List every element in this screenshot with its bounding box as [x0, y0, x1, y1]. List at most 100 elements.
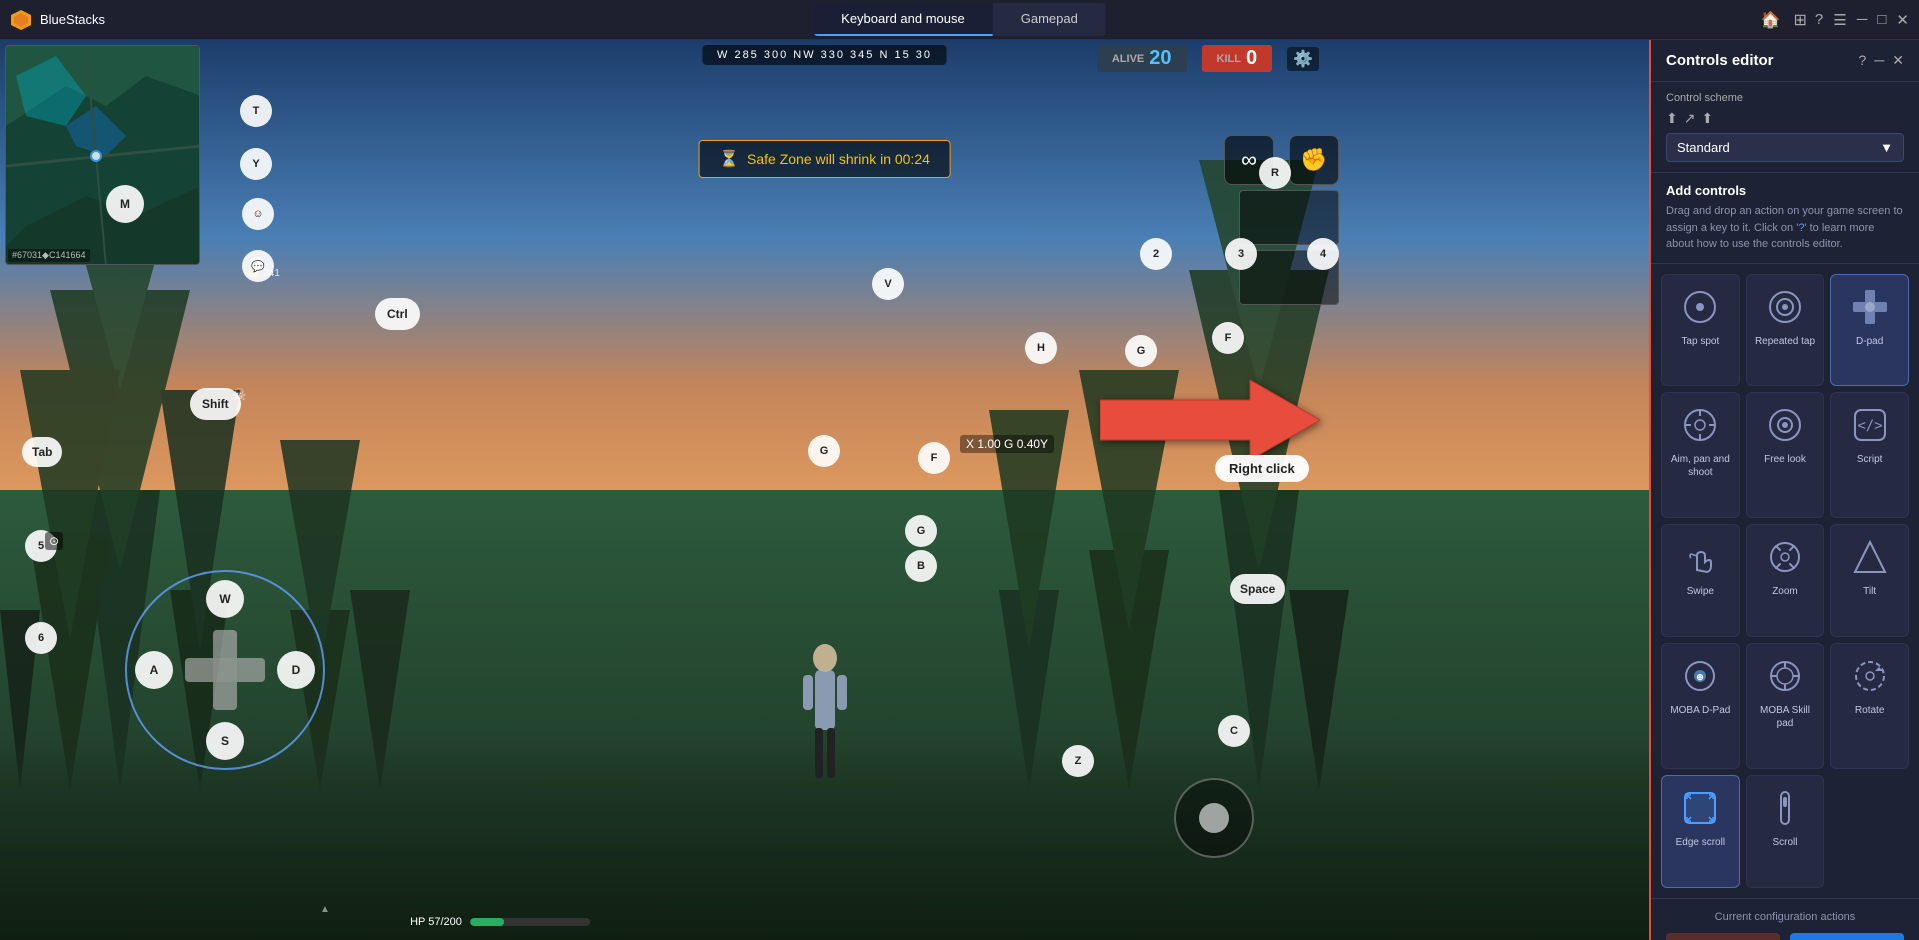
controls-grid: Tap spot Repeated tap	[1651, 264, 1919, 899]
key-c[interactable]: C	[1218, 715, 1250, 747]
key-f1[interactable]: F	[1212, 322, 1244, 354]
script-label: Script	[1857, 453, 1883, 466]
smiley-button[interactable]: ☺	[242, 198, 274, 230]
info-title: Add controls	[1666, 183, 1904, 198]
tilt-label: Tilt	[1863, 585, 1876, 598]
tilt-icon	[1848, 535, 1892, 579]
edge-scroll-icon	[1678, 786, 1722, 830]
key-3[interactable]: 3	[1225, 238, 1257, 270]
alive-status: ALIVE 20	[1097, 45, 1187, 72]
control-tilt[interactable]: Tilt	[1830, 524, 1909, 637]
zoom-label: Zoom	[1772, 585, 1798, 598]
panel-minimize-icon[interactable]: ─	[1874, 52, 1884, 69]
hp-fill	[470, 918, 590, 926]
swipe-icon	[1678, 535, 1722, 579]
settings-hud-button[interactable]: ⚙️	[1287, 47, 1319, 71]
joystick[interactable]	[1174, 778, 1254, 858]
key-2[interactable]: 2	[1140, 238, 1172, 270]
key-s[interactable]: S	[206, 722, 244, 760]
moba-dpad-label: MOBA D-Pad	[1670, 704, 1730, 717]
key-r[interactable]: R	[1259, 157, 1291, 189]
moba-skill-label: MOBA Skill pad	[1752, 704, 1819, 730]
dpad-label: D-pad	[1856, 335, 1883, 348]
key-g1[interactable]: G	[1125, 335, 1157, 367]
control-dpad[interactable]: D-pad	[1830, 274, 1909, 387]
key-w[interactable]: W	[206, 580, 244, 618]
scheme-upload-icon[interactable]: ⬆	[1666, 110, 1678, 127]
help-icon[interactable]: ?	[1815, 11, 1823, 28]
hp-fill-inner	[470, 918, 504, 926]
game-area: #67031◆C141664 📶 241 📍 💬 W 285 300 NW 33…	[0, 40, 1649, 940]
key-v[interactable]: V	[872, 268, 904, 300]
control-moba-skill[interactable]: MOBA Skill pad	[1746, 643, 1825, 769]
panel-title: Controls editor	[1666, 52, 1774, 69]
save-button[interactable]: Save	[1790, 933, 1904, 940]
key-d[interactable]: D	[277, 651, 315, 689]
free-look-icon	[1763, 403, 1807, 447]
tab-keyboard-mouse[interactable]: Keyboard and mouse	[813, 3, 993, 36]
key-6[interactable]: 6	[25, 622, 57, 654]
control-aim-pan-shoot[interactable]: Aim, pan and shoot	[1661, 392, 1740, 518]
script-icon: </>	[1848, 403, 1892, 447]
panel-footer: Current configuration actions Reset Save	[1651, 898, 1919, 940]
tap-spot-icon	[1678, 285, 1722, 329]
close-icon[interactable]: ✕	[1896, 11, 1909, 29]
control-moba-dpad[interactable]: ⊕ MOBA D-Pad	[1661, 643, 1740, 769]
panel-info: Add controls Drag and drop an action on …	[1651, 173, 1919, 264]
menu-icon[interactable]: ☰	[1833, 11, 1846, 29]
key-f2[interactable]: F	[918, 442, 950, 474]
scheme-settings-icon[interactable]: ⬆	[1701, 110, 1713, 127]
rotate-icon	[1848, 654, 1892, 698]
key-h[interactable]: H	[1025, 332, 1057, 364]
key-g2[interactable]: G	[808, 435, 840, 467]
map-coords: #67031◆C141664	[8, 249, 90, 262]
footer-label: Current configuration actions	[1666, 911, 1904, 923]
coords-label: X 1.00 G 0.40Y	[960, 435, 1054, 453]
key-space[interactable]: Space	[1230, 574, 1285, 604]
control-tap-spot[interactable]: Tap spot	[1661, 274, 1740, 387]
home-icon[interactable]: 🏠	[1761, 10, 1781, 30]
chevron-down-icon: ▼	[1880, 140, 1893, 155]
control-free-look[interactable]: Free look	[1746, 392, 1825, 518]
control-swipe[interactable]: Swipe	[1661, 524, 1740, 637]
key-ctrl[interactable]: Ctrl	[375, 298, 420, 330]
layout-icon[interactable]: ⊞	[1794, 10, 1807, 30]
key-5-widget: ⊙	[45, 532, 63, 550]
chat-button[interactable]: 💬	[242, 250, 274, 282]
info-link[interactable]: ?	[1798, 222, 1804, 234]
control-edge-scroll[interactable]: Edge scroll	[1661, 775, 1740, 888]
key-tab[interactable]: Tab	[22, 437, 62, 467]
key-g3[interactable]: G	[905, 515, 937, 547]
control-script[interactable]: </> Script	[1830, 392, 1909, 518]
key-z[interactable]: Z	[1062, 745, 1094, 777]
content-area: #67031◆C141664 📶 241 📍 💬 W 285 300 NW 33…	[0, 40, 1919, 940]
scroll-icon	[1763, 786, 1807, 830]
key-t[interactable]: T	[240, 95, 272, 127]
key-4[interactable]: 4	[1307, 238, 1339, 270]
key-y[interactable]: Y	[240, 148, 272, 180]
reset-button[interactable]: Reset	[1666, 933, 1780, 940]
control-zoom[interactable]: Zoom	[1746, 524, 1825, 637]
minimize-icon[interactable]: ─	[1857, 11, 1868, 28]
compass-bar: W 285 300 NW 330 345 N 15 30	[702, 45, 947, 65]
hp-bar: HP 57/200	[410, 916, 590, 928]
panel-header-icons: ? ─ ✕	[1859, 52, 1904, 69]
key-b[interactable]: B	[905, 550, 937, 582]
player-character	[795, 630, 855, 790]
joystick-knob	[1199, 803, 1229, 833]
control-scroll[interactable]: Scroll	[1746, 775, 1825, 888]
panel-close-icon[interactable]: ✕	[1892, 52, 1904, 69]
tab-gamepad[interactable]: Gamepad	[993, 3, 1106, 36]
scheme-select[interactable]: Standard ▼	[1666, 133, 1904, 162]
key-a[interactable]: A	[135, 651, 173, 689]
scheme-share-icon[interactable]: ↗	[1684, 110, 1696, 127]
control-rotate[interactable]: Rotate	[1830, 643, 1909, 769]
panel-help-icon[interactable]: ?	[1859, 52, 1867, 69]
svg-text:</>: </>	[1857, 418, 1882, 434]
svg-text:⊕: ⊕	[1697, 672, 1705, 682]
maximize-icon[interactable]: □	[1877, 11, 1886, 28]
control-repeated-tap[interactable]: Repeated tap	[1746, 274, 1825, 387]
key-m[interactable]: M	[106, 185, 144, 223]
panel-header: Controls editor ? ─ ✕	[1651, 40, 1919, 82]
repeated-tap-icon	[1763, 285, 1807, 329]
